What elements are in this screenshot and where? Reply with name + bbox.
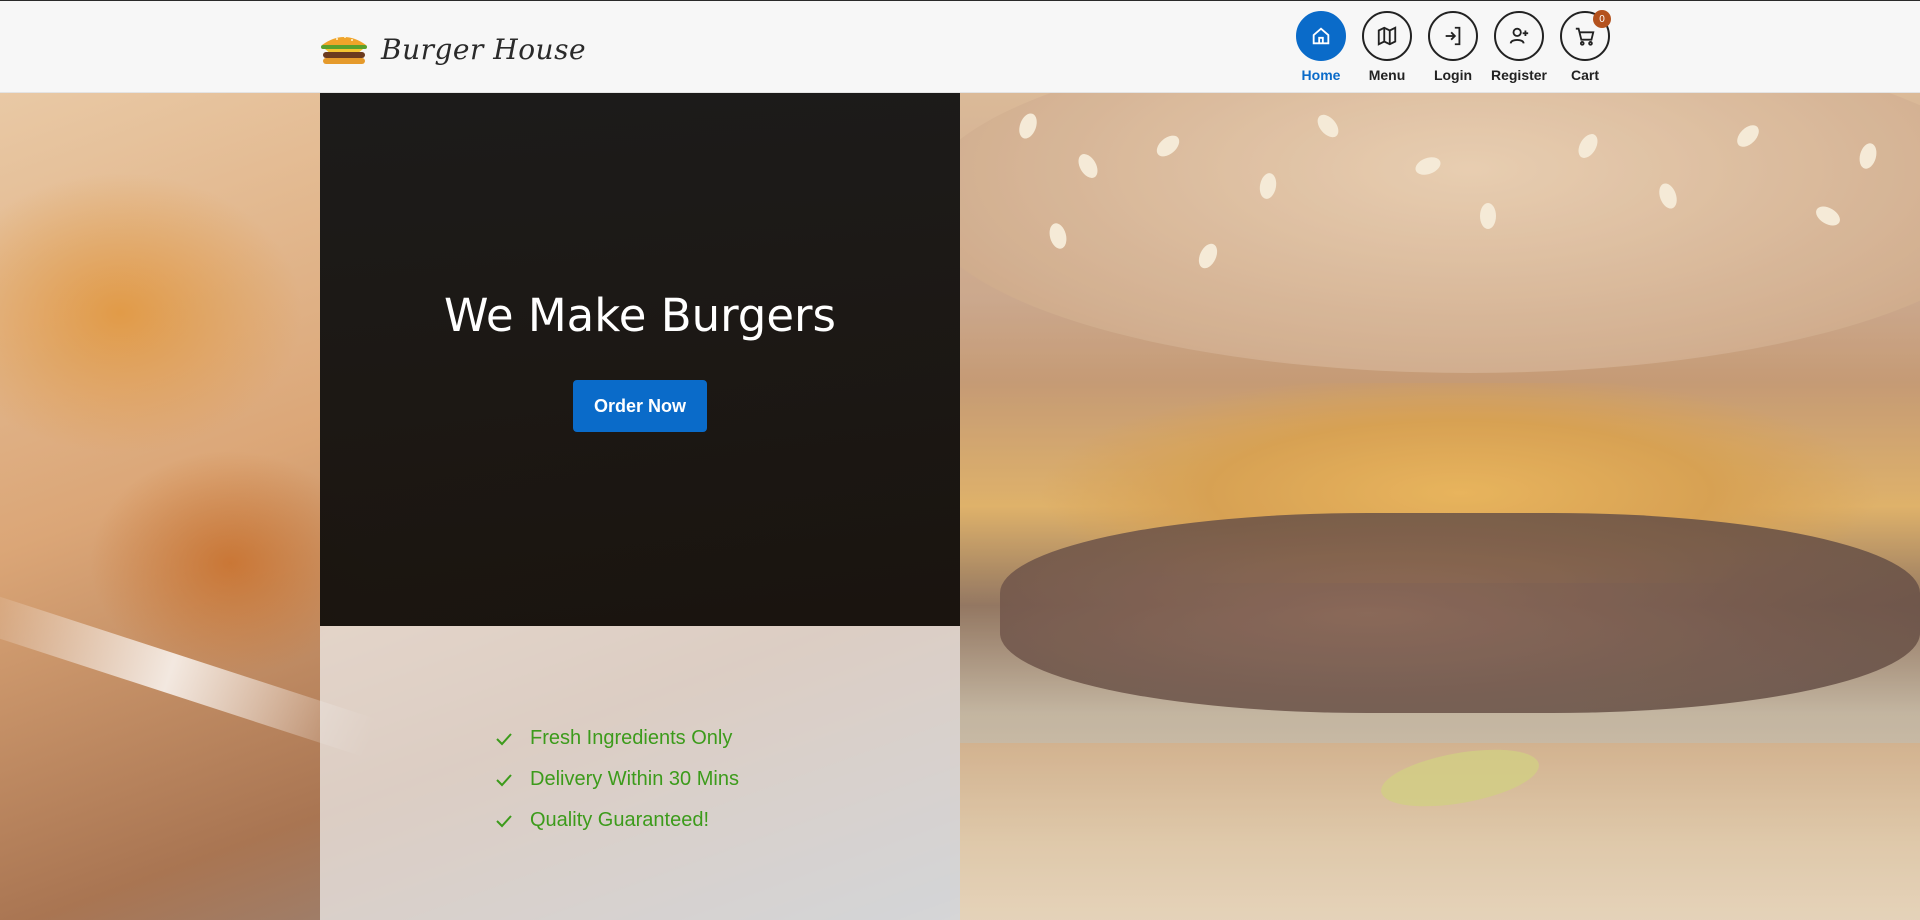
check-icon [496,814,512,827]
list-item: Fresh Ingredients Only [495,718,739,759]
nav-item-cart[interactable]: 0 Cart [1552,10,1618,83]
main-nav: Home Menu Login Register 0 Cart [1288,10,1618,83]
brand-name: Burger House [381,32,587,66]
nav-label-login: Login [1433,67,1473,83]
nav-cart-button[interactable]: 0 [1560,10,1611,61]
features-panel: Fresh Ingredients Only Delivery Within 3… [320,626,960,920]
nav-label-menu: Menu [1368,67,1406,83]
check-icon [496,732,512,745]
burger-photo [960,93,1920,920]
brand-logo-link[interactable]: Burger House [319,29,586,69]
nav-item-register[interactable]: Register [1486,11,1552,83]
site-header: Burger House Home Menu Login Register 0 … [0,0,1920,93]
hero-panel: We Make Burgers Order Now [320,93,960,626]
burger-icon [321,36,367,64]
nav-login-button[interactable] [1428,11,1478,61]
cart-icon [1575,27,1595,46]
nav-item-login[interactable]: Login [1420,11,1486,83]
hero-title: We Make Burgers [444,289,836,342]
nav-label-cart: Cart [1570,67,1599,83]
check-icon [496,773,512,786]
cart-count-badge: 0 [1593,10,1611,28]
nav-item-menu[interactable]: Menu [1354,11,1420,83]
user-plus-icon [1509,27,1529,44]
feature-text: Delivery Within 30 Mins [530,768,739,790]
nav-label-register: Register [1490,67,1548,83]
nav-home-button[interactable] [1296,11,1346,61]
order-now-button[interactable]: Order Now [573,380,707,432]
feature-text: Fresh Ingredients Only [530,727,733,749]
nav-register-button[interactable] [1494,11,1544,61]
nav-item-home[interactable]: Home [1288,11,1354,83]
list-item: Quality Guaranteed! [495,800,739,841]
map-icon [1377,26,1397,46]
feature-text: Quality Guaranteed! [530,809,709,831]
features-list: Fresh Ingredients Only Delivery Within 3… [495,718,739,841]
photo-overlay [960,93,1920,920]
nav-label-home: Home [1301,67,1341,83]
nav-menu-button[interactable] [1362,11,1412,61]
login-icon [1445,26,1461,46]
home-icon [1312,27,1330,45]
list-item: Delivery Within 30 Mins [495,759,739,800]
